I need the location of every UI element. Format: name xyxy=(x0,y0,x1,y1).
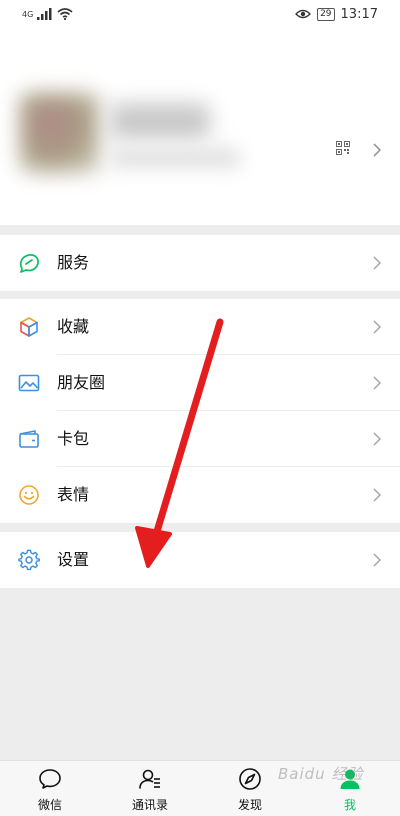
menu-item-favorites[interactable]: 收藏 xyxy=(0,299,400,355)
profile-id-blurred xyxy=(110,148,240,168)
battery-indicator: 29 xyxy=(317,7,335,21)
tab-label: 我 xyxy=(343,798,356,812)
status-right: 29 13:17 xyxy=(295,7,378,22)
signal-icon xyxy=(37,8,52,20)
menu-group-services: 服务 xyxy=(0,235,400,291)
menu-item-label: 朋友圈 xyxy=(57,373,106,392)
wifi-icon xyxy=(57,8,73,20)
menu-item-label: 表情 xyxy=(57,485,90,504)
gear-icon xyxy=(18,549,40,571)
baidu-watermark: Baidu 经验 xyxy=(278,765,364,783)
chevron-right-icon xyxy=(373,553,382,567)
sticker-smile-icon xyxy=(19,485,39,505)
favorites-cube-icon xyxy=(20,317,38,337)
moments-image-icon xyxy=(18,374,40,392)
menu-group-settings: 设置 xyxy=(0,532,400,588)
tab-label: 微信 xyxy=(37,798,62,812)
menu-item-label: 服务 xyxy=(57,253,90,272)
menu-item-label: 设置 xyxy=(57,550,90,569)
avatar[interactable] xyxy=(20,93,100,173)
contacts-icon xyxy=(139,769,160,789)
tab-label: 通讯录 xyxy=(131,798,168,812)
status-left: 4G xyxy=(22,8,73,20)
qr-code-icon[interactable] xyxy=(336,141,350,155)
clock: 13:17 xyxy=(340,6,378,22)
menu-item-stickers[interactable]: 表情 xyxy=(0,467,400,523)
tab-label: 发现 xyxy=(237,798,262,812)
chat-bubble-icon xyxy=(39,769,61,789)
chevron-right-icon xyxy=(373,320,382,334)
status-bar: 4G 29 13:17 xyxy=(0,0,400,28)
card-wallet-icon xyxy=(19,430,39,448)
chevron-right-icon[interactable] xyxy=(372,142,382,158)
compass-icon xyxy=(239,768,261,790)
tab-contacts[interactable]: 通讯录 xyxy=(110,761,190,816)
network-type: 4G xyxy=(22,9,34,19)
menu-group-main: 收藏 朋友圈 卡包 表情 xyxy=(0,299,400,523)
chevron-right-icon xyxy=(373,256,382,270)
profile-name-blurred xyxy=(110,103,210,139)
chevron-right-icon xyxy=(373,488,382,502)
tab-chats[interactable]: 微信 xyxy=(10,761,90,816)
chevron-right-icon xyxy=(373,432,382,446)
chevron-right-icon xyxy=(373,376,382,390)
eye-icon xyxy=(295,9,311,19)
menu-item-moments[interactable]: 朋友圈 xyxy=(0,355,400,411)
menu-item-cards[interactable]: 卡包 xyxy=(0,411,400,467)
menu-item-services[interactable]: 服务 xyxy=(0,235,400,291)
services-icon xyxy=(19,254,39,273)
menu-item-label: 收藏 xyxy=(57,317,90,336)
menu-item-label: 卡包 xyxy=(57,429,90,448)
profile-header[interactable] xyxy=(0,28,400,225)
menu-item-settings[interactable]: 设置 xyxy=(0,532,400,588)
